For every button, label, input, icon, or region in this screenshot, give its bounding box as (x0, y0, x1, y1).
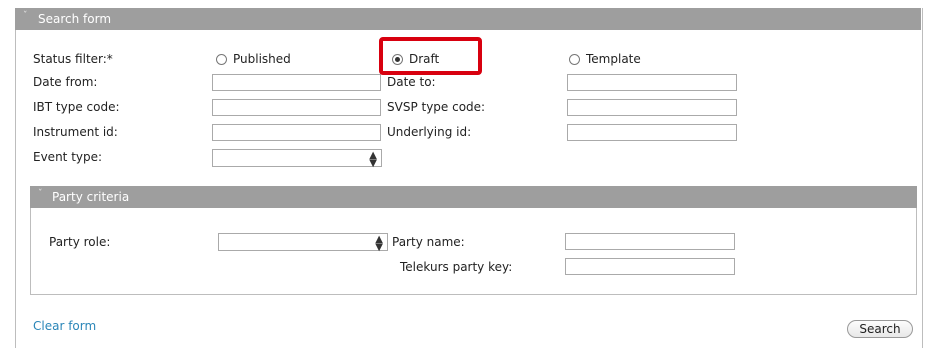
party-name-input[interactable] (565, 233, 735, 250)
telekurs-party-key-input[interactable] (565, 258, 735, 275)
date-from-label: Date from: (33, 75, 98, 89)
status-published-radio[interactable]: Published (216, 52, 291, 66)
radio-icon[interactable] (569, 53, 580, 65)
chevron-down-icon[interactable]: ˇ (23, 11, 28, 21)
clear-form-link[interactable]: Clear form (33, 319, 96, 333)
event-type-label: Event type: (33, 150, 103, 164)
telekurs-party-key-label: Telekurs party key: (400, 260, 513, 274)
date-to-input[interactable] (567, 74, 737, 91)
party-role-label: Party role: (49, 235, 111, 249)
ibt-type-code-input[interactable] (212, 99, 381, 116)
status-published-label: Published (233, 52, 291, 66)
underlying-id-label: Underlying id: (387, 125, 472, 139)
party-criteria-header[interactable]: ˇ Party criteria (30, 186, 917, 208)
search-form-title: Search form (38, 12, 112, 26)
svsp-type-code-label: SVSP type code: (387, 100, 486, 114)
party-name-label: Party name: (392, 235, 465, 249)
updown-arrow-icon[interactable]: ▲ ▼ (369, 151, 377, 169)
date-to-label: Date to: (387, 75, 436, 89)
search-form-header[interactable]: ˇ Search form (15, 8, 921, 30)
date-from-input[interactable] (212, 74, 381, 91)
party-criteria-title: Party criteria (52, 190, 130, 204)
chevron-down-icon[interactable]: ˇ (38, 189, 43, 199)
search-button[interactable]: Search (847, 320, 913, 338)
updown-arrow-icon[interactable]: ▲ ▼ (375, 235, 383, 253)
svsp-type-code-input[interactable] (567, 99, 737, 116)
ibt-type-code-label: IBT type code: (33, 100, 120, 114)
status-template-radio[interactable]: Template (569, 52, 641, 66)
radio-icon[interactable] (216, 53, 227, 65)
underlying-id-input[interactable] (567, 124, 737, 141)
status-template-label: Template (586, 52, 641, 66)
status-filter-label: Status filter:* (33, 52, 113, 66)
party-role-select[interactable]: ▲ ▼ (218, 233, 388, 253)
instrument-id-input[interactable] (212, 124, 381, 141)
event-type-select[interactable]: ▲ ▼ (212, 149, 382, 169)
instrument-id-label: Instrument id: (33, 125, 118, 139)
draft-highlight (379, 37, 482, 75)
